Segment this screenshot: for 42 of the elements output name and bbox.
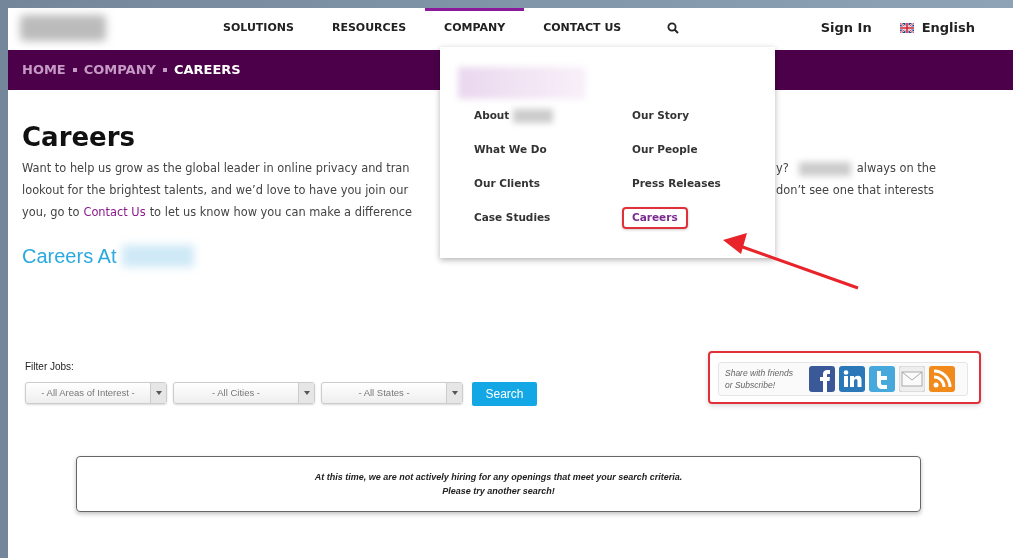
- share-text: Share with friends or Subscribe!: [725, 367, 795, 391]
- select-field[interactable]: - All Areas of Interest -: [25, 382, 167, 404]
- breadcrumb-link[interactable]: CAREERS: [173, 60, 241, 80]
- nav-tab[interactable]: CONTACT US: [524, 8, 641, 48]
- menu-item[interactable]: About: [464, 105, 564, 127]
- caret-icon: [155, 391, 162, 395]
- flag-icon: [899, 23, 914, 33]
- paragraph-text: y?: [776, 160, 789, 177]
- menu-item[interactable]: Our People: [622, 139, 708, 161]
- blurred-text: [798, 161, 851, 176]
- language-link[interactable]: English: [921, 18, 975, 38]
- notice-text: At this time, we are not actively hiring for any openings that meet your search criteria.: [314, 471, 683, 484]
- caret-icon: [303, 391, 310, 395]
- contact-us-link[interactable]: Contact Us: [83, 201, 146, 223]
- select-field[interactable]: - All States -: [321, 382, 463, 404]
- rss-icon[interactable]: [929, 366, 955, 392]
- menu-item[interactable]: What We Do: [464, 139, 557, 161]
- sign-in-link[interactable]: Sign In: [820, 18, 872, 38]
- nav-tab[interactable]: RESOURCES: [312, 8, 426, 48]
- menu-item[interactable]: Press Releases: [622, 173, 731, 195]
- linkedin-icon[interactable]: [839, 366, 865, 392]
- notice-text: Please try another search!: [442, 485, 555, 498]
- breadcrumb-link[interactable]: COMPANY: [83, 60, 156, 80]
- paragraph-text: you, go to: [22, 204, 80, 221]
- menu-item[interactable]: Our Story: [622, 105, 700, 127]
- select-field[interactable]: - All Cities -: [173, 382, 315, 404]
- menu-item[interactable]: Case Studies: [464, 207, 561, 229]
- breadcrumb-link[interactable]: HOME: [22, 60, 66, 80]
- page-title: Careers: [22, 121, 135, 154]
- paragraph-text: always on the: [856, 160, 937, 177]
- caret-icon: [451, 391, 458, 395]
- filter-label: Filter Jobs:: [25, 360, 75, 374]
- nav-tab[interactable]: SOLUTIONS: [204, 8, 313, 48]
- menu-item[interactable]: Our Clients: [464, 173, 550, 195]
- facebook-icon[interactable]: [809, 366, 835, 392]
- paragraph-text: lookout for the brightest talents, and we’d love to have you join our: [22, 182, 409, 199]
- paragraph-text: don’t see one that interests: [776, 182, 934, 199]
- twitter-icon[interactable]: [869, 366, 895, 392]
- section-heading: Careers At: [22, 244, 117, 269]
- menu-item[interactable]: Careers: [622, 207, 688, 229]
- paragraph-text: to let us know how you can make a difference: [149, 204, 412, 221]
- paragraph-text: Want to help us grow as the global leader in online privacy and tran: [22, 160, 410, 177]
